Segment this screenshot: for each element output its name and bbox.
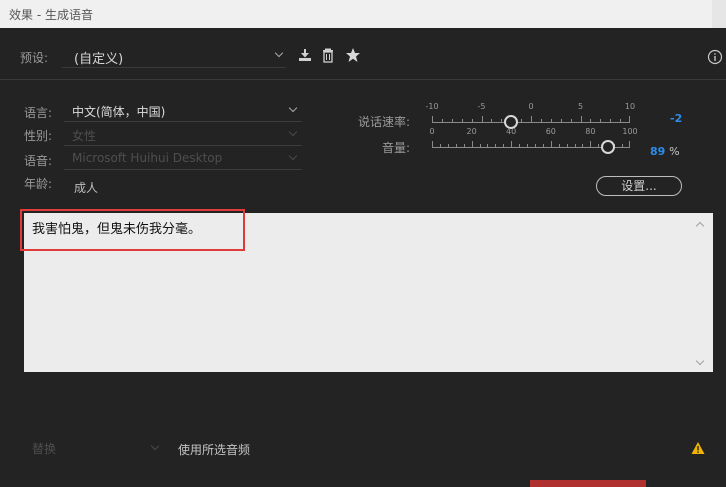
volume-tick-label: 60 bbox=[545, 127, 556, 136]
volume-tick-label: 0 bbox=[429, 127, 435, 136]
volume-tick bbox=[503, 144, 504, 147]
volume-tick bbox=[440, 144, 441, 147]
volume-value: 89 bbox=[650, 145, 666, 158]
volume-unit: % bbox=[669, 145, 680, 158]
speech-rate-tick bbox=[629, 116, 630, 122]
delete-preset-icon[interactable] bbox=[320, 47, 336, 63]
speech-rate-tick bbox=[581, 116, 582, 122]
volume-tick bbox=[464, 144, 465, 147]
chevron-down-icon bbox=[288, 103, 298, 113]
volume-tick bbox=[487, 144, 488, 147]
use-selected-audio-label: 使用所选音频 bbox=[178, 443, 251, 457]
volume-tick bbox=[622, 144, 623, 147]
language-label: 语言: bbox=[24, 106, 53, 120]
volume-tick-label: 20 bbox=[466, 127, 477, 136]
gender-value: 女性 bbox=[72, 129, 97, 143]
speech-rate-tick bbox=[610, 119, 611, 122]
speech-rate-tick bbox=[551, 119, 552, 122]
settings-button-label: 设置... bbox=[621, 179, 657, 193]
window-close-button[interactable] bbox=[712, 0, 726, 28]
gender-dropdown: 女性 bbox=[64, 125, 302, 146]
volume-tick bbox=[551, 141, 552, 147]
window-title: 效果 - 生成语音 bbox=[9, 8, 93, 22]
volume-tick bbox=[590, 141, 591, 147]
chevron-down-icon bbox=[150, 441, 160, 451]
replace-value: 替换 bbox=[32, 442, 57, 456]
voice-value: Microsoft Huihui Desktop bbox=[72, 151, 223, 165]
speech-rate-label: 说话速率: bbox=[357, 115, 410, 129]
save-preset-icon[interactable] bbox=[297, 47, 313, 63]
info-icon[interactable] bbox=[707, 49, 723, 65]
voice-dropdown: Microsoft Huihui Desktop bbox=[64, 149, 302, 170]
speech-rate-tick bbox=[442, 119, 443, 122]
gender-label: 性别: bbox=[24, 129, 53, 143]
volume-label: 音量: bbox=[381, 141, 410, 155]
volume-tick bbox=[472, 141, 473, 147]
favorite-star-icon[interactable] bbox=[345, 47, 361, 63]
volume-tick bbox=[527, 144, 528, 147]
preset-value: (自定义) bbox=[74, 52, 124, 67]
speech-rate-tick bbox=[600, 119, 601, 122]
volume-tick-label: 100 bbox=[622, 127, 638, 136]
volume-thumb[interactable] bbox=[601, 140, 616, 154]
speech-rate-tick bbox=[452, 119, 453, 122]
volume-slider[interactable]: 0 20 40 60 80 100 bbox=[429, 127, 638, 157]
speech-rate-tick bbox=[571, 119, 572, 122]
volume-tick-label: 80 bbox=[585, 127, 596, 136]
speech-rate-tick bbox=[482, 116, 483, 122]
speech-rate-tick-label: 10 bbox=[624, 102, 636, 111]
age-label: 年龄: bbox=[24, 177, 53, 191]
settings-button[interactable]: 设置... bbox=[596, 176, 682, 196]
volume-tick bbox=[456, 144, 457, 147]
highlight-annotation-box bbox=[20, 209, 245, 251]
volume-tick bbox=[480, 144, 481, 147]
volume-tick bbox=[543, 144, 544, 147]
speech-rate-tick bbox=[432, 116, 433, 122]
speech-rate-tick bbox=[620, 119, 621, 122]
speech-rate-value: -2 bbox=[670, 112, 683, 125]
volume-tick bbox=[567, 144, 568, 147]
chevron-down-icon bbox=[288, 151, 298, 161]
language-dropdown[interactable]: 中文(简体，中国) bbox=[64, 101, 302, 122]
speech-rate-tick bbox=[590, 119, 591, 122]
speech-rate-tick bbox=[561, 119, 562, 122]
speech-rate-tick bbox=[531, 116, 532, 122]
preset-dropdown[interactable]: (自定义) bbox=[62, 45, 286, 68]
speech-rate-tick bbox=[521, 119, 522, 122]
volume-tick bbox=[629, 141, 630, 147]
speech-rate-tick-label: -10 bbox=[425, 102, 439, 111]
speech-rate-tick bbox=[501, 119, 502, 122]
replace-dropdown: 替换 bbox=[24, 438, 166, 458]
volume-tick bbox=[559, 144, 560, 147]
volume-tick bbox=[575, 144, 576, 147]
title-bar: 效果 - 生成语音 bbox=[0, 0, 726, 28]
speech-rate-track[interactable] bbox=[432, 122, 630, 123]
volume-tick bbox=[511, 141, 512, 147]
volume-tick-label: 40 bbox=[506, 127, 517, 136]
speech-rate-tick bbox=[462, 119, 463, 122]
voice-label: 语音: bbox=[24, 154, 53, 168]
speech-rate-tick-label: 5 bbox=[577, 102, 584, 111]
age-value: 成人 bbox=[74, 181, 99, 195]
background-strip bbox=[530, 480, 646, 487]
speech-rate-tick bbox=[472, 119, 473, 122]
volume-tick bbox=[582, 144, 583, 147]
chevron-down-icon bbox=[274, 48, 284, 58]
chevron-down-icon bbox=[288, 127, 298, 137]
volume-tick bbox=[535, 144, 536, 147]
warning-icon[interactable] bbox=[691, 441, 705, 455]
volume-tick bbox=[519, 144, 520, 147]
language-value: 中文(简体，中国) bbox=[72, 105, 166, 119]
speech-rate-tick bbox=[491, 119, 492, 122]
preset-label: 预设: bbox=[20, 51, 49, 65]
header-divider bbox=[0, 79, 726, 80]
speech-rate-tick bbox=[541, 119, 542, 122]
volume-readout: 89 % bbox=[650, 145, 680, 158]
volume-tick bbox=[448, 144, 449, 147]
volume-tick bbox=[598, 144, 599, 147]
volume-tick bbox=[495, 144, 496, 147]
speech-rate-tick-label: -5 bbox=[477, 102, 486, 111]
speech-rate-tick-label: 0 bbox=[528, 102, 534, 111]
volume-tick bbox=[432, 141, 433, 147]
